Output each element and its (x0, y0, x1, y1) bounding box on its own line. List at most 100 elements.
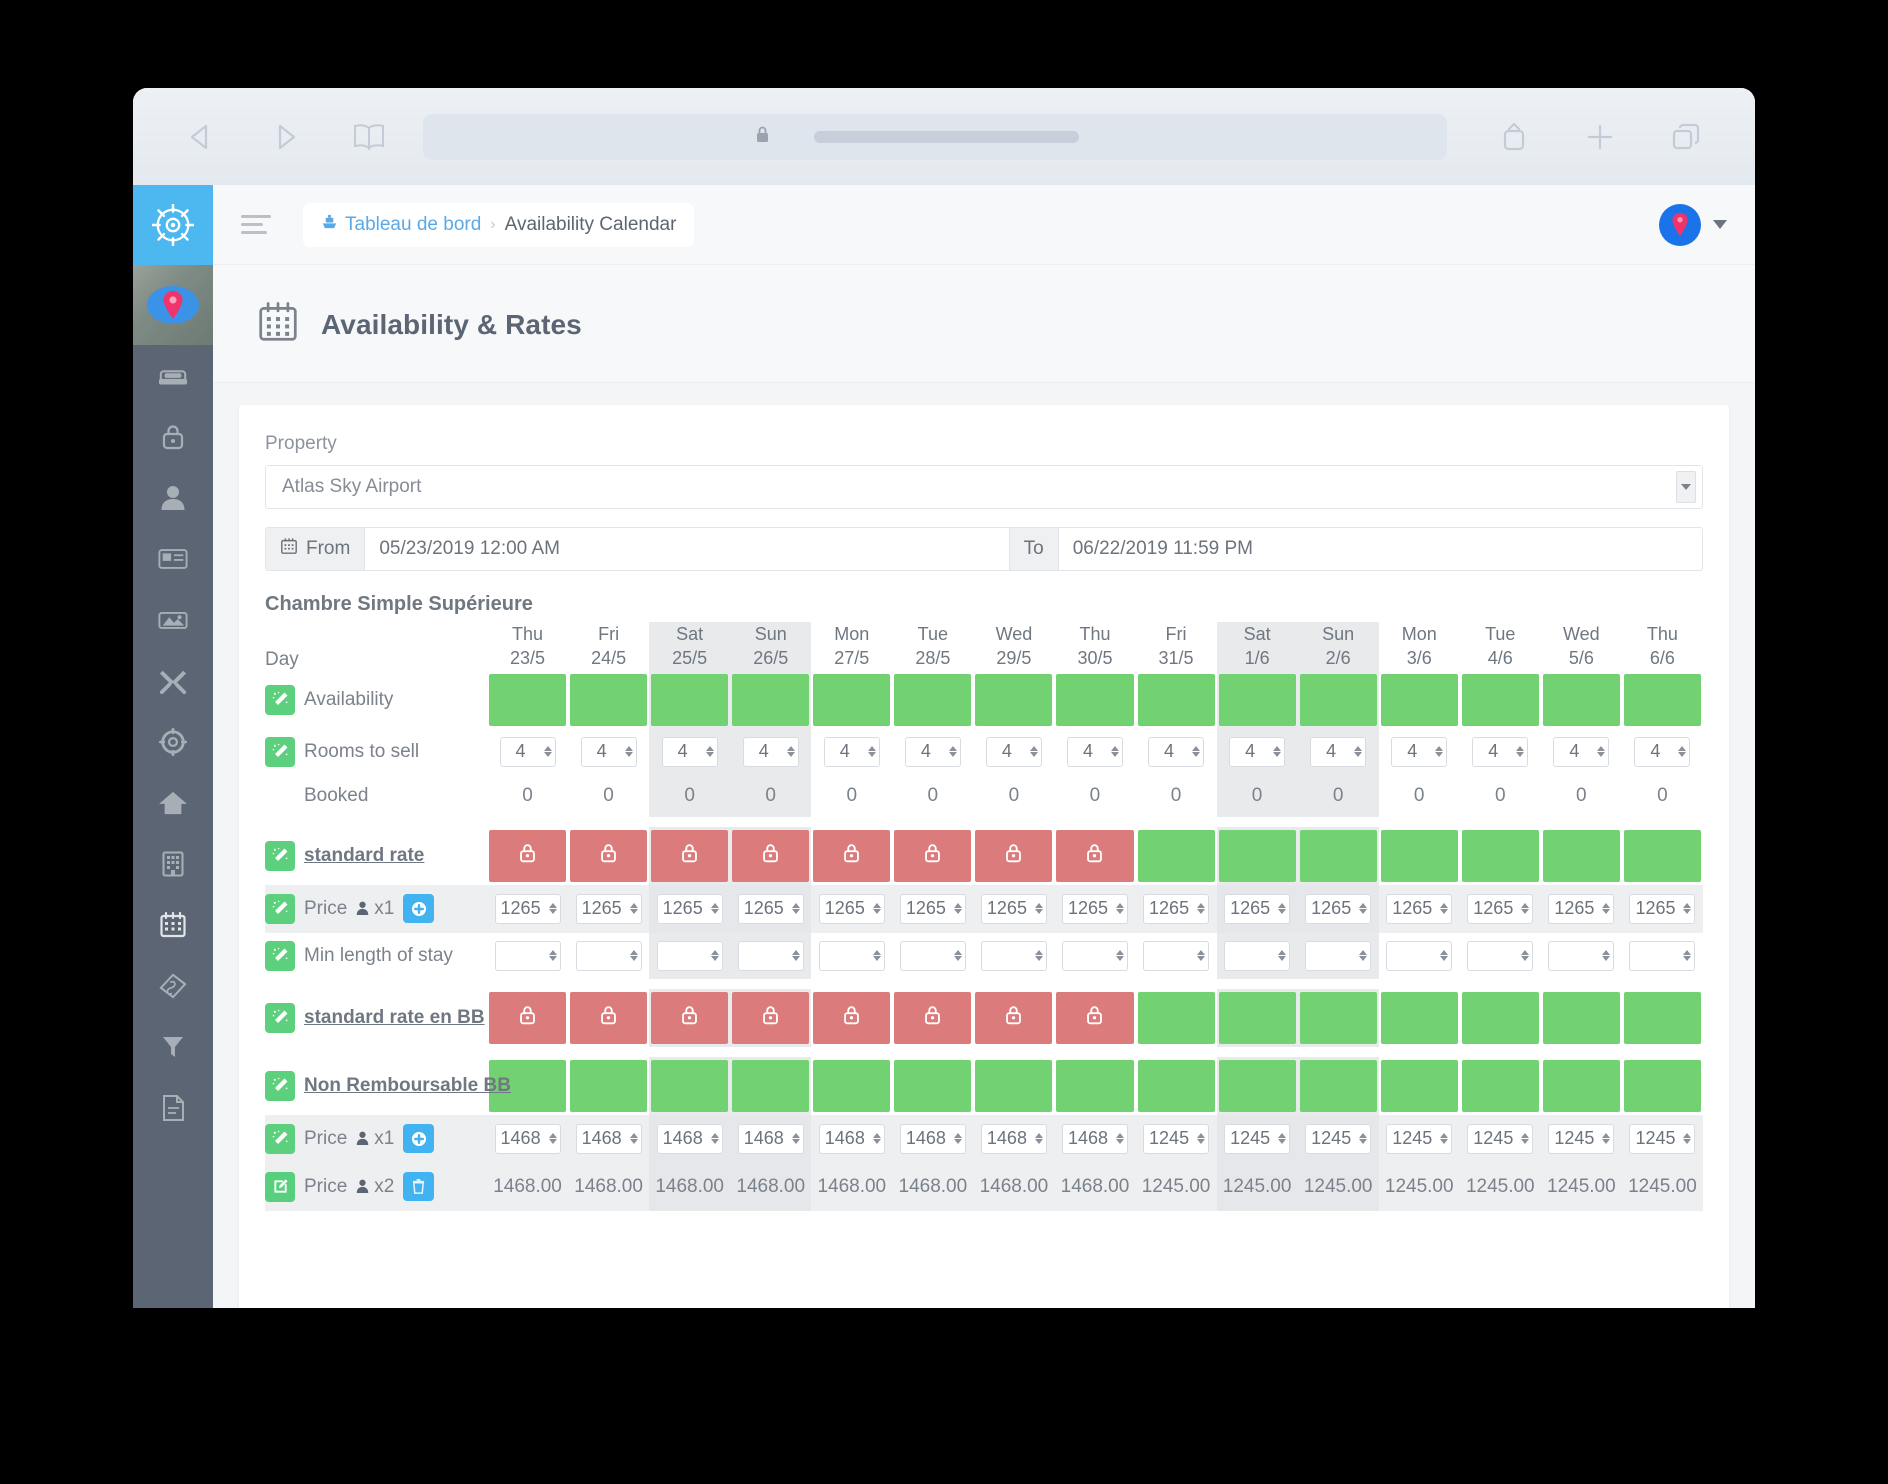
cell-standard-rate-row-13[interactable] (1541, 827, 1622, 885)
cell-rooms-to-sell-row-10[interactable]: 4 (1297, 728, 1379, 775)
standard-rate-row-label[interactable]: standard rate (304, 845, 424, 867)
cell-min-length-of-stay-row-2[interactable] (649, 932, 731, 979)
sidebar-item-calendar[interactable] (133, 894, 213, 955)
price-stepper[interactable]: 1245 (1305, 1123, 1372, 1154)
cell-non-remboursable-bb-row-13[interactable] (1541, 1057, 1622, 1115)
edit-icon[interactable] (265, 1171, 295, 1202)
cell-availability-row-0[interactable] (487, 671, 568, 729)
cell-availability-row-2[interactable] (649, 670, 731, 729)
to-date-input[interactable]: 06/22/2019 11:59 PM (1059, 528, 1702, 570)
cell-standard-rate-row-2[interactable] (649, 826, 731, 885)
cell-rooms-to-sell-row-8[interactable]: 4 (1136, 729, 1217, 775)
cell-non-remboursable-bb-row-4[interactable] (811, 1057, 892, 1115)
open-bar[interactable] (1542, 1059, 1620, 1112)
tabs-icon[interactable] (1643, 122, 1729, 152)
magic-wand-icon[interactable] (265, 736, 295, 767)
cell-standard-rate-price-x1-row-2[interactable]: 1265 (649, 884, 731, 933)
cell-availability-row-3[interactable] (730, 670, 812, 729)
forward-button[interactable] (243, 122, 327, 152)
cell-availability-row-6[interactable] (973, 671, 1054, 729)
open-bar[interactable] (651, 673, 729, 726)
from-addon[interactable]: From (266, 528, 366, 570)
rooms-to-sell-stepper[interactable]: 4 (1391, 736, 1448, 767)
cell-rooms-to-sell-row-13[interactable]: 4 (1541, 729, 1622, 775)
min-stay-stepper[interactable] (980, 940, 1047, 971)
address-bar[interactable] (423, 113, 1447, 160)
cell-availability-row-9[interactable] (1216, 670, 1298, 729)
cell-min-length-of-stay-row-5[interactable] (892, 933, 973, 979)
cell-non-remboursable-bb-row-5[interactable] (892, 1057, 973, 1115)
cell-availability-row-7[interactable] (1054, 671, 1135, 729)
price-stepper[interactable]: 1265 (1143, 893, 1210, 924)
price-stepper[interactable]: 1265 (818, 893, 885, 924)
cell-non-remboursable-price-x1-row-8[interactable]: 1245 (1135, 1114, 1217, 1163)
cell-standard-rate-en-bb-row-13[interactable] (1541, 989, 1622, 1047)
open-bar[interactable] (813, 673, 891, 726)
open-bar[interactable] (1623, 829, 1701, 882)
chevron-down-icon[interactable] (1713, 220, 1727, 229)
open-bar[interactable] (975, 673, 1053, 726)
cell-non-remboursable-bb-row-7[interactable] (1054, 1057, 1135, 1115)
sidebar-property-thumbnail[interactable] (133, 265, 213, 345)
cell-standard-rate-row-5[interactable] (892, 827, 973, 885)
cell-non-remboursable-price-x1-row-6[interactable]: 1468 (973, 1114, 1055, 1163)
rooms-to-sell-stepper[interactable]: 4 (904, 736, 961, 767)
magic-wand-icon[interactable] (265, 893, 295, 924)
price-stepper[interactable]: 1265 (494, 893, 561, 924)
cell-standard-rate-row-9[interactable] (1216, 826, 1298, 885)
rooms-to-sell-stepper[interactable]: 4 (580, 736, 637, 767)
price-stepper[interactable]: 1245 (1467, 1123, 1534, 1154)
cell-standard-rate-en-bb-row-12[interactable] (1460, 989, 1541, 1047)
cell-standard-rate-row-8[interactable] (1136, 827, 1217, 885)
cell-availability-row-1[interactable] (568, 671, 649, 729)
rooms-to-sell-stepper[interactable]: 4 (985, 736, 1042, 767)
breadcrumb-home-link[interactable]: Tableau de bord (321, 213, 481, 236)
cell-standard-rate-row-7[interactable] (1054, 827, 1135, 885)
cell-standard-rate-row-1[interactable] (568, 827, 649, 885)
cell-standard-rate-en-bb-row-11[interactable] (1379, 989, 1460, 1047)
magic-wand-icon[interactable] (265, 1002, 295, 1033)
cell-rooms-to-sell-row-5[interactable]: 4 (892, 729, 973, 775)
min-stay-stepper[interactable] (575, 940, 642, 971)
min-stay-stepper[interactable] (1224, 940, 1291, 971)
cell-standard-rate-row-4[interactable] (811, 827, 892, 885)
cell-standard-rate-price-x1-row-11[interactable]: 1265 (1378, 884, 1460, 933)
cell-standard-rate-price-x1-row-7[interactable]: 1265 (1054, 884, 1136, 933)
cell-standard-rate-price-x1-row-10[interactable]: 1265 (1297, 884, 1379, 933)
open-bar[interactable] (1461, 1059, 1539, 1112)
sidebar-item-home[interactable] (133, 772, 213, 833)
open-bar[interactable] (570, 673, 648, 726)
sidebar-item-security[interactable] (133, 406, 213, 467)
trash-icon[interactable] (403, 1172, 435, 1202)
min-stay-stepper[interactable] (656, 940, 723, 971)
cell-rooms-to-sell-row-0[interactable]: 4 (487, 729, 568, 775)
sidebar-item-rates[interactable] (133, 955, 213, 1016)
open-bar[interactable] (813, 1059, 891, 1112)
cell-rooms-to-sell-row-14[interactable]: 4 (1622, 729, 1703, 775)
cell-availability-row-11[interactable] (1379, 671, 1460, 729)
cell-min-length-of-stay-row-12[interactable] (1460, 933, 1541, 979)
open-bar[interactable] (1299, 829, 1377, 882)
cell-non-remboursable-price-x1-row-10[interactable]: 1245 (1297, 1114, 1379, 1163)
cell-standard-rate-price-x1-row-0[interactable]: 1265 (487, 884, 569, 933)
magic-wand-icon[interactable] (265, 1070, 295, 1101)
open-bar[interactable] (1623, 991, 1701, 1044)
hamburger-icon[interactable] (241, 215, 281, 234)
cell-non-remboursable-bb-row-1[interactable] (568, 1057, 649, 1115)
cell-rooms-to-sell-row-12[interactable]: 4 (1460, 729, 1541, 775)
open-bar[interactable] (1380, 829, 1458, 882)
price-stepper[interactable]: 1265 (1629, 893, 1696, 924)
cell-availability-row-13[interactable] (1541, 671, 1622, 729)
locked-bar[interactable] (732, 829, 810, 882)
open-bar[interactable] (1461, 673, 1539, 726)
min-stay-stepper[interactable] (1305, 940, 1372, 971)
price-stepper[interactable]: 1468 (737, 1123, 804, 1154)
min-stay-stepper[interactable] (899, 940, 966, 971)
sidebar-item-property[interactable] (133, 833, 213, 894)
open-bar[interactable] (1380, 991, 1458, 1044)
rooms-to-sell-stepper[interactable]: 4 (661, 736, 718, 767)
price-stepper[interactable]: 1245 (1386, 1123, 1453, 1154)
locked-bar[interactable] (489, 991, 567, 1044)
locked-bar[interactable] (975, 829, 1053, 882)
magic-wand-icon[interactable] (265, 940, 295, 971)
